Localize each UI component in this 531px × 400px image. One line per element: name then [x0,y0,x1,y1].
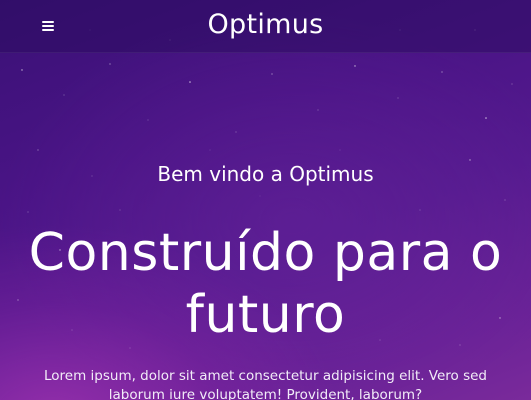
hero-welcome-text: Bem vindo a Optimus [157,162,374,186]
brand-logo[interactable]: Optimus [0,7,531,43]
top-navbar: Optimus [0,0,531,53]
hero-description: Lorem ipsum, dolor sit amet consectetur … [43,368,487,400]
hero-headline: Construído para o futuro [28,223,503,345]
